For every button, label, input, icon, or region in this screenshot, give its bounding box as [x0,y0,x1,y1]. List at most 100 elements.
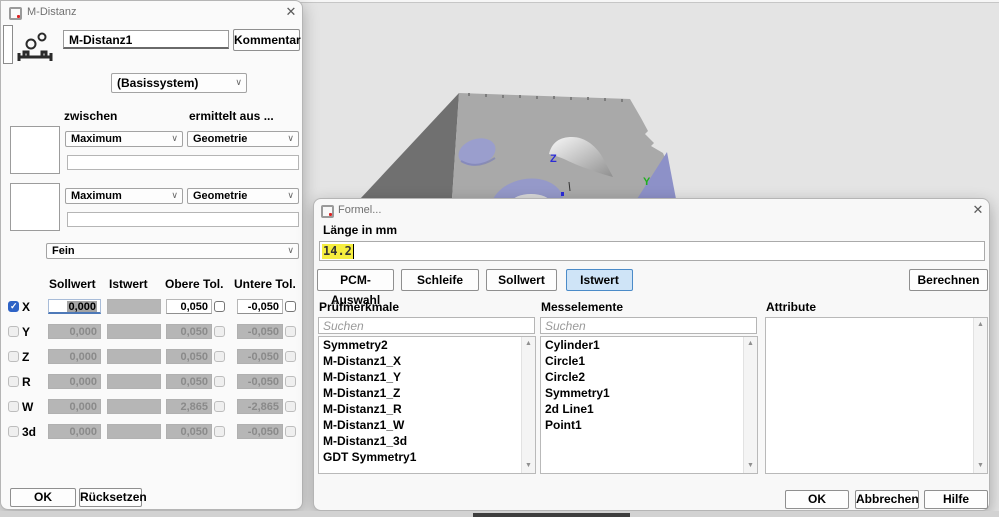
ok-button[interactable]: OK [785,490,849,509]
list-item[interactable]: M-Distanz1_Y [319,369,535,385]
berechnen-button[interactable]: Berechnen [909,269,988,291]
axis-checkbox[interactable] [8,326,19,337]
obere-tol-checkbox[interactable] [214,326,225,337]
untere-tol-input[interactable]: -0,050 [237,424,283,439]
untere-tol-input[interactable]: -0,050 [237,349,283,364]
abbrechen-button[interactable]: Abbrechen [855,490,919,509]
sollwert-input[interactable]: 0,000 [48,324,101,339]
pruefmerkmale-search-input[interactable] [318,317,535,334]
untere-tol-checkbox[interactable] [285,426,296,437]
sollwert-input[interactable]: 0,000 [48,349,101,364]
untere-tol-checkbox[interactable] [285,376,296,387]
sollwert-input[interactable]: 0,000 [48,424,101,439]
feature-color-strip [3,25,13,64]
istwert-button-active[interactable]: Istwert [566,269,633,291]
close-icon[interactable] [970,202,986,218]
obere-tol-input[interactable]: 0,050 [166,424,212,439]
untere-tol-input[interactable]: -0,050 [237,324,283,339]
hilfe-button[interactable]: Hilfe [924,490,988,509]
ermittelt-dropdown-1[interactable]: Geometrie [187,131,299,147]
m-distanz-titlebar[interactable]: M-Distanz [1,1,302,23]
obere-tol-input[interactable]: 0,050 [166,374,212,389]
ruecksetzen-button[interactable]: Rücksetzen [79,488,142,507]
formel-titlebar[interactable]: Formel... [314,199,989,221]
obere-tol-checkbox[interactable] [214,426,225,437]
axis-checkbox[interactable] [8,351,19,362]
list-item[interactable]: Cylinder1 [541,337,757,353]
list-item[interactable]: Point1 [541,417,757,433]
untere-tol-input[interactable]: -0,050 [237,299,283,314]
scroll-up-icon[interactable] [974,319,987,331]
scrollbar[interactable] [743,337,757,473]
scroll-up-icon[interactable] [522,338,535,350]
obere-tol-checkbox[interactable] [214,376,225,387]
untere-tol-input[interactable]: -0,050 [237,374,283,389]
pruefmerkmale-label: Prüfmerkmale [319,300,399,314]
messelemente-search-input[interactable] [540,317,757,334]
filter-fein-dropdown[interactable]: Fein [46,243,299,259]
formel-title: Formel... [338,204,381,216]
element-input-1[interactable] [67,155,299,170]
obere-tol-input[interactable]: 2,865 [166,399,212,414]
obere-tol-input[interactable]: 0,050 [166,299,212,314]
list-item[interactable]: Circle1 [541,353,757,369]
close-icon[interactable] [283,4,299,20]
list-item[interactable]: M-Distanz1_R [319,401,535,417]
header-obere-tol: Obere Tol. [165,277,223,291]
formula-input[interactable]: 14.2 [319,241,985,261]
list-item[interactable]: M-Distanz1_X [319,353,535,369]
scroll-up-icon[interactable] [744,338,757,350]
obere-tol-input[interactable]: 0,050 [166,349,212,364]
scroll-down-icon[interactable] [974,460,987,472]
element-input-2[interactable] [67,212,299,227]
list-item[interactable]: 2d Line1 [541,401,757,417]
ermittelt-dropdown-2[interactable]: Geometrie [187,188,299,204]
table-row: Y 0,000 0,050 -0,050 [1,324,304,340]
axis-checkbox[interactable] [8,376,19,387]
list-item[interactable]: Symmetry1 [541,385,757,401]
element-preview-box-2 [10,183,60,231]
scrollbar[interactable] [973,318,987,473]
basissystem-dropdown[interactable]: (Basissystem) [111,73,247,93]
obere-tol-input[interactable]: 0,050 [166,324,212,339]
axis-label: X [22,300,30,314]
axis-checkbox[interactable] [8,426,19,437]
feature-name-input[interactable]: M-Distanz1 [63,30,229,49]
untere-tol-checkbox[interactable] [285,401,296,412]
list-item[interactable]: GDT Symmetry1 [319,449,535,465]
scrollbar[interactable] [521,337,535,473]
zwischen-dropdown-1[interactable]: Maximum [65,131,183,147]
ok-button[interactable]: OK [10,488,76,507]
kommentar-button[interactable]: Kommentar [233,29,300,51]
m-distanz-title: M-Distanz [27,6,77,18]
obere-tol-checkbox[interactable] [214,301,225,312]
list-item[interactable]: M-Distanz1_Z [319,385,535,401]
table-row: W 0,000 2,865 -2,865 [1,399,304,415]
list-item[interactable]: M-Distanz1_3d [319,433,535,449]
obere-tol-checkbox[interactable] [214,351,225,362]
sollwert-button[interactable]: Sollwert [486,269,557,291]
list-item[interactable]: Circle2 [541,369,757,385]
untere-tol-checkbox[interactable] [285,326,296,337]
taskbar-fragment [473,513,630,517]
untere-tol-input[interactable]: -2,865 [237,399,283,414]
zwischen-dropdown-2[interactable]: Maximum [65,188,183,204]
istwert-box [107,349,161,364]
table-row: Z 0,000 0,050 -0,050 [1,349,304,365]
untere-tol-checkbox[interactable] [285,351,296,362]
sollwert-input[interactable]: 0,000 [48,374,101,389]
sollwert-input[interactable]: 0,000 [48,299,101,314]
list-item[interactable]: M-Distanz1_W [319,417,535,433]
untere-tol-checkbox[interactable] [285,301,296,312]
header-sollwert: Sollwert [49,277,96,291]
schleife-button[interactable]: Schleife [401,269,479,291]
scroll-down-icon[interactable] [744,460,757,472]
axis-checkbox[interactable] [8,301,19,312]
axis-checkbox[interactable] [8,401,19,412]
scroll-down-icon[interactable] [522,460,535,472]
pcm-auswahl-button[interactable]: PCM-Auswahl [317,269,394,291]
obere-tol-checkbox[interactable] [214,401,225,412]
sollwert-input[interactable]: 0,000 [48,399,101,414]
list-item[interactable]: Symmetry2 [319,337,535,353]
ermittelt-aus-label: ermittelt aus ... [189,109,274,123]
